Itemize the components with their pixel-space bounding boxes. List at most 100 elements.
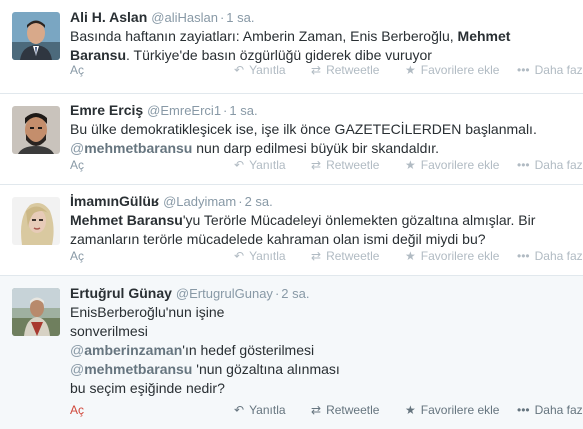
tweet-header: Emre Erciş @EmreErci1 · 1 sa. — [70, 101, 573, 119]
author-fullname[interactable]: İmamınGülüʁ — [70, 193, 159, 209]
author-fullname[interactable]: Ali H. Aslan — [70, 9, 147, 25]
more-label: Daha fazla — [534, 63, 583, 77]
reply-label: Yanıtla — [249, 158, 286, 172]
favorite-label: Favorilere ekle — [420, 158, 500, 172]
tweet-header: Ali H. Aslan @aliHaslan · 1 sa. — [70, 8, 573, 26]
tweet-timestamp[interactable]: 1 sa. — [226, 10, 254, 25]
expand-link[interactable]: Aç — [70, 157, 84, 173]
retweet-button[interactable]: ⇄ Retweetle — [311, 157, 379, 173]
reply-label: Yanıtla — [249, 403, 286, 417]
avatar[interactable] — [12, 12, 60, 60]
tweet-timestamp[interactable]: 1 sa. — [229, 103, 257, 118]
more-dots-icon: ••• — [517, 158, 530, 172]
separator-dot: · — [223, 103, 228, 118]
tweet-actions: Aç ↶ Yanıtla ⇄ Retweetle ★ Favorilere ekle … — [70, 248, 583, 264]
author-username[interactable]: @aliHaslan — [151, 10, 218, 25]
star-icon: ★ — [405, 249, 416, 263]
mention-at: @ — [70, 361, 85, 377]
retweet-button[interactable]: ⇄ Retweetle — [311, 248, 379, 264]
tweet-actions: Aç ↶ Yanıtla ⇄ Retweetle ★ Favorilere ekle … — [70, 157, 583, 173]
tweet-text: Mehmet Baransu'yu Terörle Mücadeleyi önl… — [70, 211, 573, 249]
tweet-content: İmamınGülüʁ @Ladyimam · 2 sa. Mehmet Barans… — [70, 192, 573, 249]
mention-link[interactable]: @amberinzaman — [70, 342, 182, 358]
more-dots-icon: ••• — [517, 403, 530, 417]
author-username[interactable]: @ErtugrulGunay — [176, 286, 273, 301]
text-span: 'ın hedef gösterilmesi — [182, 342, 315, 358]
tweet-header: Ertuğrul Günay @ErtugrulGunay · 2 sa. — [70, 284, 573, 302]
separator-dot: · — [274, 286, 280, 301]
author-username[interactable]: @EmreErci1 — [147, 103, 221, 118]
more-dots-icon: ••• — [517, 63, 530, 77]
tweet-header: İmamınGülüʁ @Ladyimam · 2 sa. — [70, 192, 573, 210]
text-span: bu seçim eşiğinde nedir? — [70, 380, 225, 396]
reply-button[interactable]: ↶ Yanıtla — [234, 402, 286, 418]
text-span: sonverilmesi — [70, 323, 148, 339]
avatar[interactable] — [12, 106, 60, 154]
reply-icon: ↶ — [234, 63, 245, 77]
bold-name: Mehmet — [457, 28, 511, 44]
mention-link[interactable]: @mehmetbaransu — [70, 140, 192, 156]
favorite-button[interactable]: ★ Favorilere ekle — [405, 402, 499, 418]
text-span: EnisBerberoğlu'nun işine — [70, 304, 225, 320]
mention-link[interactable]: @mehmetbaransu — [70, 361, 192, 377]
reply-button[interactable]: ↶ Yanıtla — [234, 62, 286, 78]
reply-icon: ↶ — [234, 403, 245, 417]
tweet-timestamp[interactable]: 2 sa. — [245, 194, 273, 209]
retweet-button[interactable]: ⇄ Retweetle — [311, 62, 379, 78]
favorite-button[interactable]: ★ Favorilere ekle — [405, 157, 499, 173]
retweet-button[interactable]: ⇄ Retweetle — [311, 402, 379, 418]
text-span: 'yu Terörle Mücadeleyi önlemekten gözalt… — [182, 212, 536, 228]
more-button[interactable]: ••• Daha fazla — [517, 62, 583, 78]
author-username[interactable]: @Ladyimam — [163, 194, 236, 209]
star-icon: ★ — [405, 158, 416, 172]
text-span: nun darp edilmesi büyük bir skandaldır. — [192, 140, 440, 156]
mention-handle: mehmetbaransu — [84, 361, 193, 377]
text-span: 'nun gözaltına alınması — [192, 361, 340, 377]
tweet-text: EnisBerberoğlu'nun işine sonverilmesi @a… — [70, 303, 573, 398]
retweet-label: Retweetle — [326, 403, 380, 417]
bold-name: Mehmet Baransu — [70, 212, 183, 228]
reply-label: Yanıtla — [249, 63, 286, 77]
favorite-button[interactable]: ★ Favorilere ekle — [405, 62, 499, 78]
mention-at: @ — [70, 140, 85, 156]
more-button[interactable]: ••• Daha fazla — [517, 248, 583, 264]
text-span: Basında haftanın zayiatları: Amberin Zam… — [70, 28, 458, 44]
author-fullname[interactable]: Ertuğrul Günay — [70, 285, 172, 301]
reply-button[interactable]: ↶ Yanıtla — [234, 248, 286, 264]
expand-link[interactable]: Aç — [70, 248, 84, 264]
retweet-label: Retweetle — [326, 63, 380, 77]
tweet-text: Bu ülke demokratikleşicek ise, işe ilk ö… — [70, 120, 573, 158]
tweet-item[interactable]: Ertuğrul Günay @ErtugrulGunay · 2 sa. EnisB… — [0, 276, 583, 429]
expand-link[interactable]: Aç — [70, 62, 84, 78]
timeline: Ali H. Aslan @aliHaslan · 1 sa. Basında haf… — [0, 0, 583, 429]
favorite-button[interactable]: ★ Favorilere ekle — [405, 248, 499, 264]
tweet-text: Basında haftanın zayiatları: Amberin Zam… — [70, 27, 573, 65]
star-icon: ★ — [405, 403, 416, 417]
retweet-icon: ⇄ — [311, 158, 322, 172]
tweet-item[interactable]: Ali H. Aslan @aliHaslan · 1 sa. Basında haf… — [0, 0, 583, 94]
more-button[interactable]: ••• Daha fazla — [517, 402, 583, 418]
more-label: Daha fazla — [534, 249, 583, 263]
bold-name: Baransu — [70, 47, 127, 63]
tweet-item[interactable]: İmamınGülüʁ @Ladyimam · 2 sa. Mehmet Barans… — [0, 185, 583, 276]
favorite-label: Favorilere ekle — [420, 403, 500, 417]
more-button[interactable]: ••• Daha fazla — [517, 157, 583, 173]
reply-icon: ↶ — [234, 249, 245, 263]
avatar[interactable] — [12, 197, 60, 245]
tweet-item[interactable]: Emre Erciş @EmreErci1 · 1 sa. Bu ülke demok… — [0, 94, 583, 185]
reply-button[interactable]: ↶ Yanıtla — [234, 157, 286, 173]
tweet-actions: Aç ↶ Yanıtla ⇄ Retweetle ★ Favorilere ekle … — [70, 402, 583, 418]
tweet-content: Ertuğrul Günay @ErtugrulGunay · 2 sa. EnisB… — [70, 284, 573, 398]
text-span: . Türkiye'de basın özgürlüğü giderek dib… — [126, 47, 432, 63]
expand-link[interactable]: Aç — [70, 402, 84, 418]
tweet-content: Ali H. Aslan @aliHaslan · 1 sa. Basında haf… — [70, 8, 573, 65]
tweet-content: Emre Erciş @EmreErci1 · 1 sa. Bu ülke demok… — [70, 101, 573, 158]
avatar[interactable] — [12, 288, 60, 336]
retweet-label: Retweetle — [326, 249, 380, 263]
author-fullname[interactable]: Emre Erciş — [70, 102, 143, 118]
text-span: zamanların terörle mücadelede kahraman o… — [70, 231, 486, 247]
tweet-timestamp[interactable]: 2 sa. — [281, 286, 309, 301]
retweet-label: Retweetle — [326, 158, 380, 172]
mention-handle: mehmetbaransu — [84, 140, 193, 156]
more-label: Daha fazla — [534, 403, 583, 417]
